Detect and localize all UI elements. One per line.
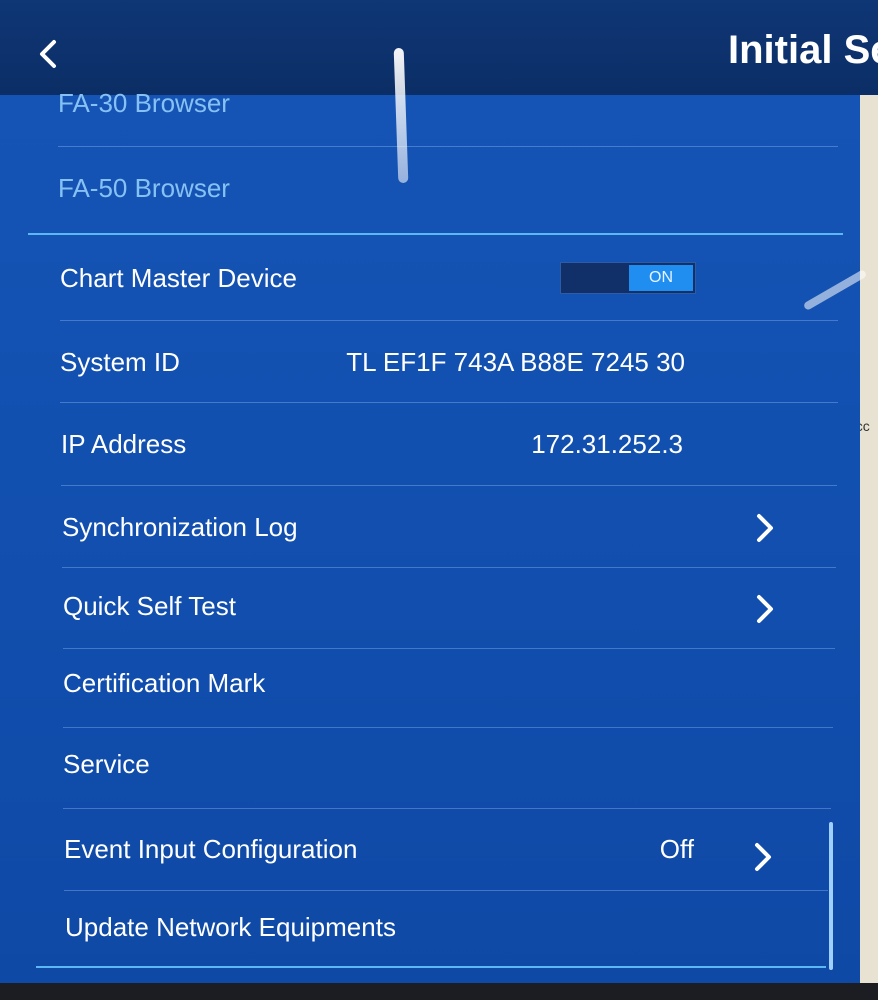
- menu-item-label: Service: [63, 748, 150, 779]
- menu-item-service[interactable]: Service: [63, 724, 803, 804]
- back-button[interactable]: [30, 36, 66, 72]
- scrollbar[interactable]: [829, 822, 833, 970]
- ip-address-value: 172.31.252.3: [531, 428, 683, 459]
- page-title: Initial Se: [728, 28, 878, 72]
- menu-item-system-id: System ID TL EF1F 743A B88E 7245 30: [60, 322, 685, 402]
- screen: Initial Se occ FA-30 Browser FA-50 Brows…: [0, 0, 878, 1000]
- menu-item-label: FA-50 Browser: [58, 172, 230, 203]
- menu-item-synchronization-log[interactable]: Synchronization Log: [62, 487, 802, 567]
- menu-item-label: IP Address: [61, 428, 187, 459]
- section-divider: [28, 233, 843, 235]
- menu-item-label: Quick Self Test: [63, 590, 236, 621]
- menu-item-event-input-configuration[interactable]: Event Input Configuration Off: [64, 809, 694, 889]
- chevron-left-icon: [40, 40, 56, 68]
- menu-item-label: Certification Mark: [63, 667, 266, 698]
- screen-bezel: [0, 983, 878, 1000]
- divider: [61, 485, 837, 486]
- divider: [60, 320, 838, 321]
- menu-item-label: Event Input Configuration: [64, 833, 358, 864]
- chevron-right-icon: [755, 843, 771, 871]
- menu-item-label: System ID: [60, 346, 180, 377]
- menu-item-certification-mark[interactable]: Certification Mark: [63, 643, 803, 723]
- menu-item-fa30-browser[interactable]: FA-30 Browser: [58, 80, 798, 126]
- divider: [58, 146, 838, 147]
- menu-item-quick-self-test[interactable]: Quick Self Test: [63, 566, 803, 646]
- menu-item-label: Synchronization Log: [62, 511, 298, 542]
- menu-item-update-network-equipments[interactable]: Update Network Equipments: [65, 887, 805, 967]
- event-input-value: Off: [659, 833, 694, 864]
- chart-master-toggle[interactable]: ON: [560, 262, 696, 294]
- chevron-right-icon: [757, 595, 773, 623]
- menu-item-label: FA-30 Browser: [58, 87, 230, 118]
- divider: [60, 402, 838, 403]
- chevron-right-icon: [757, 514, 773, 542]
- section-divider: [36, 966, 826, 968]
- menu-item-label: Chart Master Device: [60, 262, 297, 293]
- toggle-on-label: ON: [629, 265, 693, 291]
- menu-item-label: Update Network Equipments: [65, 911, 396, 942]
- system-id-value: TL EF1F 743A B88E 7245 30: [346, 346, 685, 377]
- menu-item-ip-address: IP Address 172.31.252.3: [61, 404, 683, 484]
- menu-item-fa50-browser[interactable]: FA-50 Browser: [58, 148, 798, 228]
